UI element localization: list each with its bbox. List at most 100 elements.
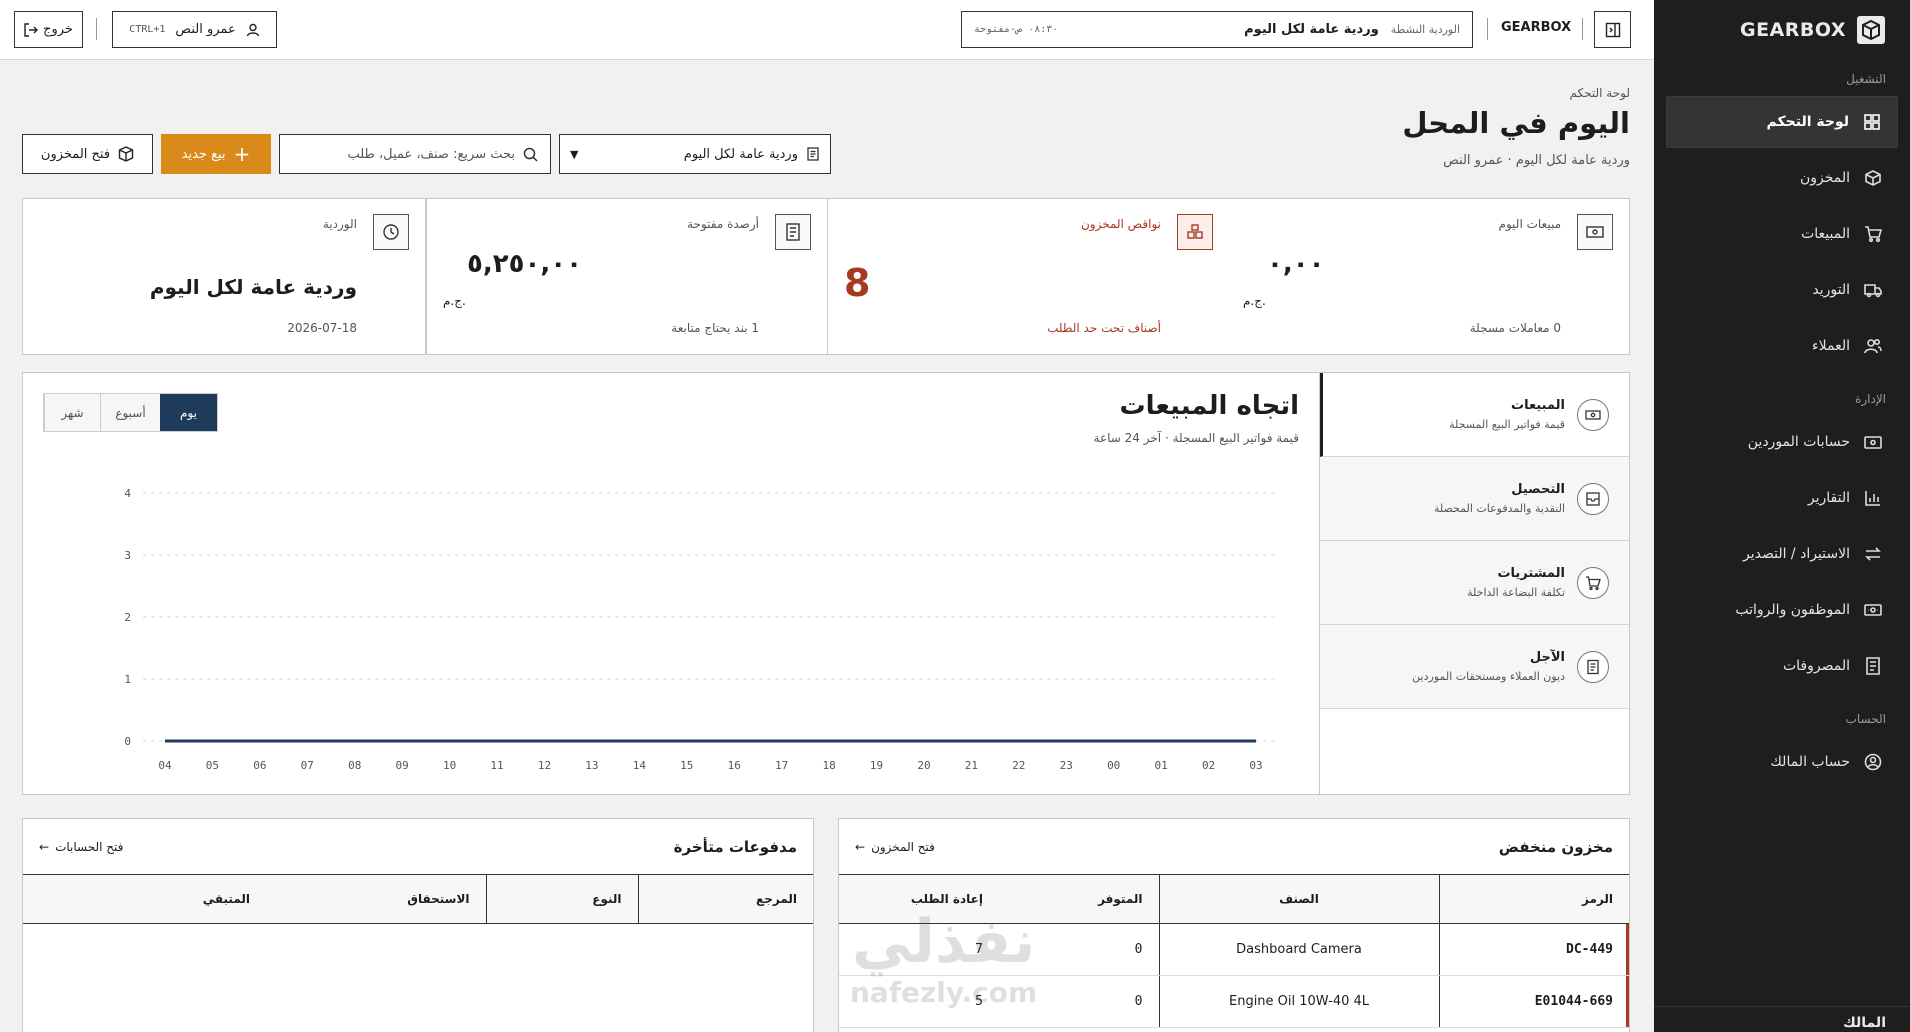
- col-available[interactable]: المتوفر: [999, 875, 1159, 924]
- x-tick-label: 02: [1202, 759, 1215, 772]
- x-tick-label: 14: [633, 759, 647, 772]
- kpi-sales[interactable]: مبيعات اليوم ٠,٠٠ ج.م. 0 معاملات مسجلة: [1227, 199, 1629, 354]
- kpi-label: أرصدة مفتوحة: [687, 217, 759, 231]
- search-placeholder: بحث سريع: صنف، عميل، طلب: [347, 146, 515, 162]
- table-row[interactable]: E01044-669 Engine Oil 10W-40 4L 0 5: [839, 975, 1629, 1028]
- cell-code: DC-449: [1438, 923, 1629, 976]
- quick-search-input[interactable]: بحث سريع: صنف، عميل، طلب: [279, 134, 551, 174]
- cart-icon: [1577, 566, 1609, 599]
- metric-subtitle: النقدية والمدفوعات المحصلة: [1433, 502, 1565, 515]
- shift-label: الوردية النشطة: [1390, 23, 1460, 36]
- logout-button[interactable]: خروج: [14, 11, 83, 48]
- kpi-label: مبيعات اليوم: [1498, 217, 1561, 231]
- sidebar-section-admin: الإدارة: [1855, 392, 1886, 406]
- bar-chart-icon: [1865, 491, 1880, 506]
- sales-trend-card: المبيعات قيمة فواتير البيع المسجلة التحصي…: [22, 372, 1630, 795]
- metric-title: التحصيل: [1511, 482, 1565, 497]
- sidebar-item-dashboard[interactable]: لوحة التحكم: [1666, 96, 1898, 148]
- col-ref[interactable]: المرجع: [637, 875, 813, 924]
- col-remaining[interactable]: المتبقي: [23, 875, 266, 924]
- metric-credit[interactable]: الآجل ديون العملاء ومستحقات الموردين: [1320, 625, 1629, 709]
- sidebar-item-label: الموظفون والرواتب: [1735, 602, 1850, 618]
- tab-day[interactable]: يوم: [160, 394, 217, 431]
- open-inventory-link[interactable]: فتح المخزون ←: [855, 840, 935, 854]
- col-reorder[interactable]: إعادة الطلب: [839, 875, 999, 924]
- tab-month[interactable]: شهر: [44, 394, 100, 431]
- sidebar-item-owner-account[interactable]: حساب المالك: [1666, 736, 1898, 788]
- shift-name: وردية عامة لكل اليوم: [1244, 22, 1379, 37]
- active-shift-card[interactable]: ٠٨:٣٠ ص-مفتوحة وردية عامة لكل اليوم الور…: [961, 11, 1473, 48]
- sidebar-brand[interactable]: GEARBOX: [1654, 0, 1910, 60]
- overdue-title: مدفوعات متأخرة: [673, 837, 797, 856]
- y-tick-label: 1: [124, 673, 131, 686]
- table-row[interactable]: DC-449 Dashboard Camera 0 7: [839, 923, 1629, 976]
- kpi-shortages[interactable]: نواقص المخزون 8 أصناف تحت حد الطلب: [828, 199, 1229, 354]
- search-icon: [523, 147, 538, 162]
- low-stock-title: مخزون منخفض: [1498, 837, 1613, 856]
- tab-week[interactable]: أسبوع: [100, 394, 160, 431]
- open-accounts-link[interactable]: فتح الحسابات ←: [39, 840, 123, 854]
- sidebar-toggle-button[interactable]: [1594, 11, 1631, 48]
- user-name: عمرو النص: [175, 22, 236, 37]
- money-icon: [1577, 214, 1613, 250]
- x-tick-label: 16: [728, 759, 741, 772]
- receipt-icon: [1866, 657, 1880, 675]
- x-tick-label: 09: [396, 759, 409, 772]
- cell-reorder: 5: [839, 975, 999, 1028]
- sidebar-item-customers[interactable]: العملاء: [1666, 320, 1898, 372]
- sidebar-item-supply[interactable]: التوريد: [1666, 264, 1898, 316]
- y-tick-label: 3: [124, 549, 131, 562]
- user-icon: [246, 23, 259, 36]
- cell-available: 0: [999, 923, 1159, 976]
- metric-collection[interactable]: التحصيل النقدية والمدفوعات المحصلة: [1320, 457, 1629, 541]
- y-tick-label: 4: [124, 487, 131, 500]
- sidebar-item-reports[interactable]: التقارير: [1666, 472, 1898, 524]
- sidebar-footer-user[interactable]: المالك: [1654, 1006, 1910, 1032]
- kpi-open-balances[interactable]: أرصدة مفتوحة ٥,٢٥٠,٠٠ ج.م. 1 بند يحتاج م…: [427, 199, 827, 354]
- overdue-table: المرجع النوع الاستحقاق المتبقي: [23, 875, 813, 924]
- sidebar-item-sales[interactable]: المبيعات: [1666, 208, 1898, 260]
- open-inventory-button[interactable]: فتح المخزون: [22, 134, 153, 174]
- kpi-currency: ج.م.: [1243, 294, 1266, 308]
- sidebar-item-expenses[interactable]: المصروفات: [1666, 640, 1898, 692]
- new-sale-button[interactable]: بيع جديد +: [161, 134, 271, 174]
- document-icon: [775, 214, 811, 250]
- kpi-note: 1 بند يحتاج متابعة: [671, 321, 759, 335]
- low-stock-card: مخزون منخفض فتح المخزون ← الرمز الصنف ال…: [838, 818, 1630, 1032]
- kpi-note: 2026-07-18: [287, 321, 357, 335]
- metric-purchases[interactable]: المشتريات تكلفة البضاعة الداخلة: [1320, 541, 1629, 625]
- sidebar-item-inventory[interactable]: المخزون: [1666, 152, 1898, 204]
- sidebar-item-supplier-accounts[interactable]: حسابات الموردين: [1666, 416, 1898, 468]
- user-switch-button[interactable]: CTRL+1 عمرو النص: [112, 11, 277, 48]
- account-icon: [1864, 753, 1882, 771]
- sidebar-item-import-export[interactable]: الاستيراد / التصدير: [1666, 528, 1898, 580]
- metric-subtitle: تكلفة البضاعة الداخلة: [1467, 586, 1565, 599]
- x-tick-label: 06: [253, 759, 266, 772]
- cell-item: Dashboard Camera: [1158, 923, 1439, 976]
- col-item[interactable]: الصنف: [1158, 875, 1439, 924]
- topbar-divider: [96, 18, 97, 40]
- kpi-shift[interactable]: الوردية وردية عامة لكل اليوم 2026-07-18: [23, 199, 425, 354]
- x-tick-label: 12: [538, 759, 551, 772]
- metric-sales[interactable]: المبيعات قيمة فواتير البيع المسجلة: [1320, 373, 1629, 457]
- col-type[interactable]: النوع: [485, 875, 638, 924]
- breadcrumb: لوحة التحكم: [1569, 86, 1631, 100]
- x-tick-label: 23: [1060, 759, 1073, 772]
- dashboard-icon: [1864, 114, 1880, 130]
- x-tick-label: 19: [870, 759, 883, 772]
- users-icon: [1864, 338, 1882, 354]
- kpi-value: ٥,٢٥٠,٠٠: [467, 249, 582, 279]
- col-code[interactable]: الرمز: [1438, 875, 1629, 924]
- new-sale-label: بيع جديد: [181, 146, 226, 162]
- kpi-note: أصناف تحت حد الطلب: [1047, 321, 1161, 335]
- y-tick-label: 0: [124, 735, 131, 748]
- shift-select[interactable]: ▼ وردية عامة لكل اليوم: [559, 134, 831, 174]
- metric-subtitle: قيمة فواتير البيع المسجلة: [1449, 418, 1565, 431]
- chevron-down-icon: ▼: [570, 147, 579, 161]
- sidebar-item-payroll[interactable]: الموظفون والرواتب: [1666, 584, 1898, 636]
- col-due[interactable]: الاستحقاق: [266, 875, 486, 924]
- x-tick-label: 13: [585, 759, 598, 772]
- topbar: خروج CTRL+1 عمرو النص ٠٨:٣٠ ص-مفتوحة ورد…: [0, 0, 1654, 60]
- cell-reorder: 7: [839, 923, 999, 976]
- arrow-left-icon: ←: [855, 839, 866, 854]
